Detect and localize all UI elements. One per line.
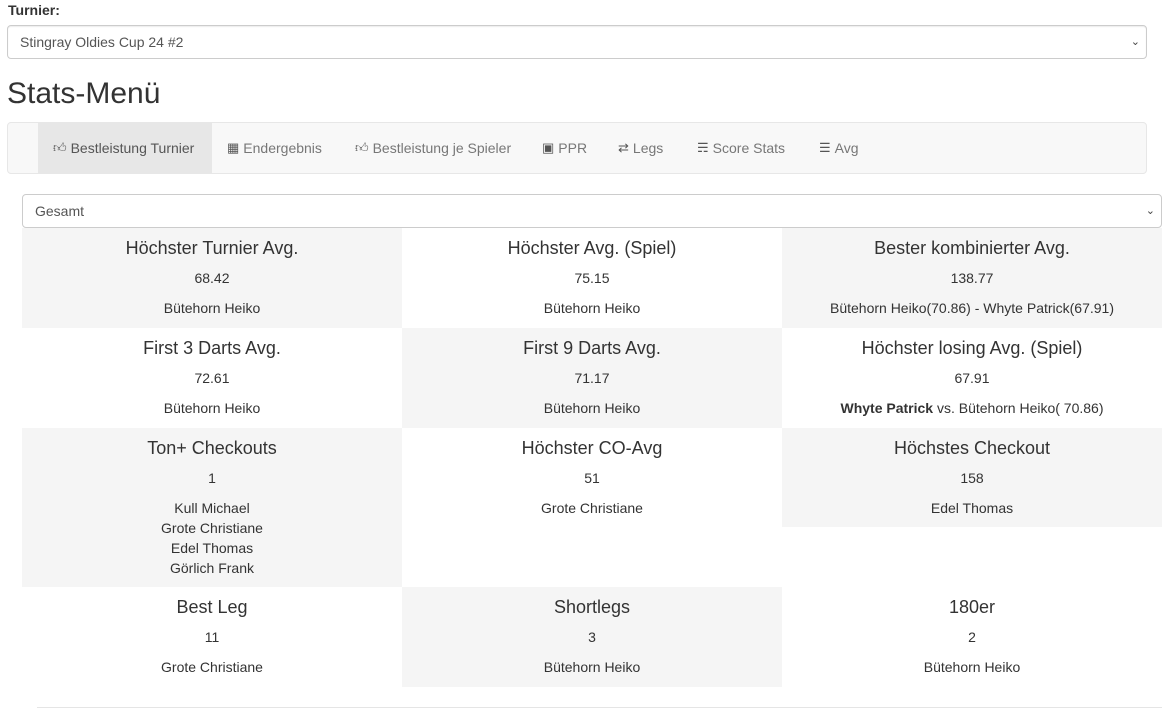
- tab-bestleistung-turnier[interactable]: 👍︎ Bestleistung Turnier: [38, 123, 212, 173]
- turnier-select[interactable]: Stingray Oldies Cup 24 #2 ⌄: [7, 25, 1147, 59]
- stat-value: 75.15: [574, 270, 610, 286]
- tab-bestleistung-je-spieler[interactable]: 👍︎ Bestleistung je Spieler: [340, 123, 526, 173]
- stats-navbar: 👍︎ Bestleistung Turnier ▦ Endergebnis 👍︎…: [7, 122, 1147, 174]
- stat-value: 138.77: [950, 270, 994, 286]
- stat-cell: Shortlegs 3 Bütehorn Heiko: [402, 587, 782, 687]
- stat-value: 51: [584, 470, 600, 486]
- stat-cell: Höchster Turnier Avg. 68.42 Bütehorn Hei…: [22, 228, 402, 328]
- thumbs-up-icon: 👍︎: [53, 140, 67, 155]
- chevron-down-icon: ⌄: [1130, 36, 1140, 48]
- player-name: Görlich Frank: [169, 560, 255, 576]
- tab-label: Endergebnis: [243, 140, 322, 156]
- stat-value: 3: [588, 629, 596, 645]
- thumbs-up-icon: 👍︎: [355, 140, 369, 155]
- tab-label: Avg: [834, 140, 859, 156]
- stat-title: Höchster Avg. (Spiel): [507, 238, 677, 258]
- player-name: Grote Christiane: [161, 520, 263, 536]
- opponent-text: vs. Bütehorn Heiko( 70.86): [933, 400, 1104, 416]
- stat-cell: Ton+ Checkouts 1 Kull Michael Grote Chri…: [22, 428, 402, 587]
- tab-avg[interactable]: ☰ Avg: [804, 123, 874, 173]
- player-name: Bütehorn Heiko: [543, 400, 641, 416]
- divider: [37, 707, 1162, 708]
- stat-value: 68.42: [194, 270, 230, 286]
- player-name: Kull Michael: [174, 500, 250, 516]
- chevron-down-icon: ⌄: [1145, 205, 1155, 217]
- stat-title: Höchster losing Avg. (Spiel): [861, 338, 1083, 358]
- stat-cell: Best Leg 11 Grote Christiane: [22, 587, 402, 687]
- tasks-icon: ☴: [697, 140, 709, 155]
- stat-value: 71.17: [574, 370, 610, 386]
- player-name: Bütehorn Heiko: [163, 400, 261, 416]
- player-name: Grote Christiane: [541, 500, 643, 516]
- list-icon: ☰: [819, 140, 831, 155]
- stat-title: First 9 Darts Avg.: [523, 338, 661, 358]
- player-name: Bütehorn Heiko(70.86) - Whyte Patrick(67…: [829, 300, 1114, 316]
- losing-player-name: Whyte Patrick: [840, 400, 934, 416]
- tab-label: Bestleistung Turnier: [70, 140, 195, 156]
- stat-value: 1: [208, 470, 216, 486]
- stat-cell: Höchstes Checkout 158 Edel Thomas: [782, 428, 1162, 527]
- stat-title: Bester kombinierter Avg.: [874, 238, 1070, 258]
- stat-cell: First 3 Darts Avg. 72.61 Bütehorn Heiko: [22, 328, 402, 428]
- stat-value: 67.91: [954, 370, 990, 386]
- tab-endergebnis[interactable]: ▦ Endergebnis: [212, 123, 337, 173]
- tab-label: Legs: [632, 140, 664, 156]
- player-name: Bütehorn Heiko: [163, 300, 261, 316]
- player-name: Bütehorn Heiko: [543, 300, 641, 316]
- player-name: Bütehorn Heiko: [543, 659, 641, 675]
- stat-title: Höchstes Checkout: [893, 438, 1051, 458]
- stat-title: Höchster Turnier Avg.: [125, 238, 299, 258]
- stat-cell: Höchster Avg. (Spiel) 75.15 Bütehorn Hei…: [402, 228, 782, 328]
- turnier-label: Turnier:: [8, 2, 60, 18]
- filter-select-value: Gesamt: [35, 203, 85, 219]
- filter-select[interactable]: Gesamt ⌄: [22, 194, 1162, 228]
- tab-label: PPR: [558, 140, 588, 156]
- random-icon: ⇄: [618, 140, 629, 155]
- ppr-icon: ▣: [542, 140, 555, 155]
- player-name: Edel Thomas: [170, 540, 254, 556]
- stat-cell: Höchster CO-Avg 51 Grote Christiane: [402, 428, 782, 528]
- tab-label: Bestleistung je Spieler: [372, 140, 512, 156]
- tab-ppr[interactable]: ▣ PPR: [527, 123, 602, 173]
- stat-cell: Bester kombinierter Avg. 138.77 Bütehorn…: [782, 228, 1162, 328]
- stat-value: 72.61: [194, 370, 230, 386]
- stat-title: 180er: [948, 597, 996, 617]
- player-name: Edel Thomas: [930, 500, 1014, 516]
- stat-value: 2: [968, 629, 976, 645]
- page-title: Stats-Menü: [7, 77, 161, 110]
- turnier-select-value: Stingray Oldies Cup 24 #2: [20, 34, 184, 50]
- tab-score-stats[interactable]: ☴ Score Stats: [682, 123, 800, 173]
- stat-title: Best Leg: [176, 597, 248, 617]
- tab-legs[interactable]: ⇄ Legs: [603, 123, 678, 173]
- stat-title: Höchster CO-Avg: [521, 438, 663, 458]
- stat-cell: Höchster losing Avg. (Spiel) 67.91 Whyte…: [782, 328, 1162, 428]
- stat-title: Shortlegs: [553, 597, 631, 617]
- stat-cell: First 9 Darts Avg. 71.17 Bütehorn Heiko: [402, 328, 782, 428]
- stat-value: 158: [960, 470, 984, 486]
- calendar-icon: ▦: [227, 140, 240, 155]
- player-name: Bütehorn Heiko: [923, 659, 1021, 675]
- stat-cell: 180er 2 Bütehorn Heiko: [782, 587, 1162, 687]
- stat-value: 11: [204, 629, 220, 645]
- tab-label: Score Stats: [712, 140, 786, 156]
- stat-title: First 3 Darts Avg.: [143, 338, 281, 358]
- player-name: Grote Christiane: [161, 659, 263, 675]
- stat-title: Ton+ Checkouts: [147, 438, 277, 458]
